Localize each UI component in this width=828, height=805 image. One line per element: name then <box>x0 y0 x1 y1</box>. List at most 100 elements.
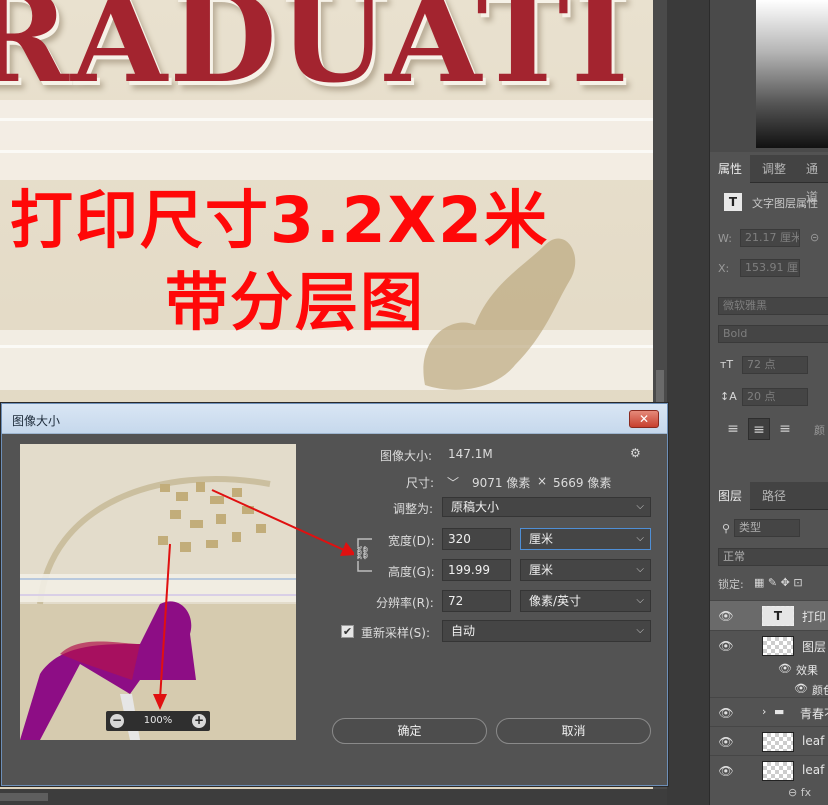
width-label: W: <box>718 232 732 245</box>
align-center-icon[interactable]: ≡ <box>748 418 770 440</box>
dimensions-chevron-icon[interactable]: ﹀ <box>447 474 459 491</box>
layer-row-pixel[interactable]: 👁 图层 <box>710 630 828 660</box>
align-left-icon[interactable]: ≡ <box>722 418 744 440</box>
resample-label: 重新采样(S): <box>361 626 431 640</box>
font-size-icon: тT <box>720 358 734 371</box>
resample-checkbox[interactable]: ✔ <box>341 625 354 638</box>
effects-eye-icon[interactable]: 👁 <box>778 662 792 675</box>
height-input[interactable]: 199.99 <box>442 559 511 581</box>
canvas-paper-streak <box>0 118 653 121</box>
x-label: X: <box>718 262 730 275</box>
ok-button[interactable]: 确定 <box>332 718 487 744</box>
width-unit-select[interactable]: 厘米 ⌵ <box>520 528 651 550</box>
layer-name[interactable]: leaf c <box>802 763 828 777</box>
resolution-label: 分辨率(R): <box>376 596 434 610</box>
layer-name[interactable]: 图层 <box>802 638 826 655</box>
link-icon[interactable]: ⛓ <box>354 546 371 561</box>
promo-print-size: 打印尺寸3.2X2米 <box>10 184 550 257</box>
color-picker-panel <box>710 0 828 152</box>
dimensions-height: 5669 像素 <box>553 476 612 490</box>
layer-name[interactable]: 打印 <box>802 608 826 625</box>
layer-effects-row[interactable]: 👁 效果 <box>710 660 828 680</box>
image-preview[interactable]: − 100% + <box>20 444 296 740</box>
leading-icon: ↕A <box>720 390 737 403</box>
preview-artwork <box>20 444 296 740</box>
preview-zoom-control: − 100% + <box>106 711 210 731</box>
chevron-down-icon: ⌵ <box>636 564 644 575</box>
zoom-in-icon[interactable]: + <box>192 714 206 728</box>
canvas-paper-band <box>0 100 653 180</box>
align-right-icon[interactable]: ≡ <box>774 418 796 440</box>
tab-paths[interactable]: 路径 <box>754 482 794 510</box>
visibility-eye-icon[interactable]: 👁 <box>718 609 734 623</box>
layer-kind-label: 文字图层属性 <box>752 197 818 210</box>
font-style-field[interactable]: Bold <box>718 325 828 343</box>
dimensions-width: 9071 像素 <box>472 476 531 490</box>
image-size-value: 147.1M <box>448 447 493 461</box>
properties-tabbar: 属性 调整 通道 <box>710 155 828 204</box>
visibility-eye-icon[interactable]: 👁 <box>718 735 734 749</box>
tab-properties[interactable]: 属性 <box>710 155 751 183</box>
layer-filter-select[interactable]: 类型 <box>734 519 800 537</box>
layer-name[interactable]: leaf <box>802 734 824 748</box>
gear-icon[interactable]: ⚙ <box>630 446 641 460</box>
fit-to-select[interactable]: 原稿大小 ⌵ <box>442 497 651 517</box>
chevron-down-icon: ⌵ <box>636 533 644 544</box>
layers-tabbar: 图层 路径 <box>710 482 828 510</box>
fit-to-label: 调整为: <box>393 502 434 516</box>
effect-eye-icon[interactable]: 👁 <box>794 682 808 695</box>
blend-mode-select[interactable]: 正常 <box>718 548 828 566</box>
canvas-title-artwork: RADUATI <box>0 0 631 111</box>
width-input[interactable]: 320 <box>442 528 511 550</box>
x-field[interactable]: 153.91 厘 <box>740 259 800 277</box>
lock-label: 锁定: <box>718 578 744 591</box>
resolution-unit-select[interactable]: 像素/英寸 ⌵ <box>520 590 651 612</box>
effects-label: 效果 <box>796 664 818 677</box>
resolution-unit-value: 像素/英寸 <box>529 594 582 608</box>
close-icon[interactable]: ✕ <box>629 410 659 428</box>
layer-thumbnail <box>762 761 794 781</box>
layer-name[interactable]: 青春不 <box>800 705 828 722</box>
tab-channels[interactable]: 通道 <box>798 155 828 204</box>
cancel-button[interactable]: 取消 <box>496 718 651 744</box>
tab-adjustments[interactable]: 调整 <box>754 155 794 183</box>
resolution-input[interactable]: 72 <box>442 590 511 612</box>
width-field[interactable]: 21.17 厘米 <box>740 229 800 247</box>
tab-layers[interactable]: 图层 <box>710 482 751 510</box>
chevron-down-icon: ⌵ <box>636 501 644 512</box>
leading-field[interactable]: 20 点 <box>742 388 808 406</box>
layer-footer-icons[interactable]: ⊖ fx <box>788 786 811 799</box>
canvas-horizontal-scrollbar[interactable] <box>0 789 667 805</box>
dialog-title: 图像大小 <box>12 414 61 428</box>
chevron-down-icon: ⌵ <box>636 595 644 606</box>
color-label: 颜 <box>814 424 825 437</box>
visibility-eye-icon[interactable]: 👁 <box>718 706 734 720</box>
layer-row-text[interactable]: 👁 T 打印 <box>710 600 828 630</box>
width-label: 宽度(D): <box>388 534 435 548</box>
layer-row-pixel[interactable]: 👁 leaf <box>710 726 828 756</box>
scrollbar-thumb[interactable] <box>0 793 48 801</box>
layer-row-pixel[interactable]: 👁 leaf c <box>710 755 828 785</box>
image-size-dialog: 图像大小 ✕ − 100% + 图像大小: 147.1M ⚙ 尺寸: ﹀ 907… <box>1 403 668 786</box>
lock-icons[interactable]: ▦ ✎ ✥ ⊡ <box>754 576 803 589</box>
layer-thumbnail <box>762 732 794 752</box>
link-icon[interactable]: ⊝ <box>810 231 819 244</box>
visibility-eye-icon[interactable]: 👁 <box>718 764 734 778</box>
text-layer-thumbnail: T <box>762 606 794 626</box>
layer-row-group[interactable]: 👁 › ▬ 青春不 <box>710 697 828 727</box>
resample-select[interactable]: 自动 ⌵ <box>442 620 651 642</box>
visibility-eye-icon[interactable]: 👁 <box>718 639 734 653</box>
dimensions-label: 尺寸: <box>406 476 435 490</box>
canvas-paper-streak <box>0 150 653 153</box>
height-unit-select[interactable]: 厘米 ⌵ <box>520 559 651 581</box>
font-family-field[interactable]: 微软雅黑 <box>718 297 828 315</box>
type-layer-icon: T <box>724 193 742 211</box>
search-icon: ⚲ <box>722 522 731 535</box>
chevron-right-icon[interactable]: › <box>762 705 766 718</box>
promo-layered-file: 带分层图 <box>165 266 425 339</box>
font-size-field[interactable]: 72 点 <box>742 356 808 374</box>
layer-thumbnail <box>762 636 794 656</box>
color-field[interactable] <box>756 0 828 148</box>
dialog-titlebar[interactable]: 图像大小 ✕ <box>2 404 667 434</box>
height-label: 高度(G): <box>388 565 435 579</box>
